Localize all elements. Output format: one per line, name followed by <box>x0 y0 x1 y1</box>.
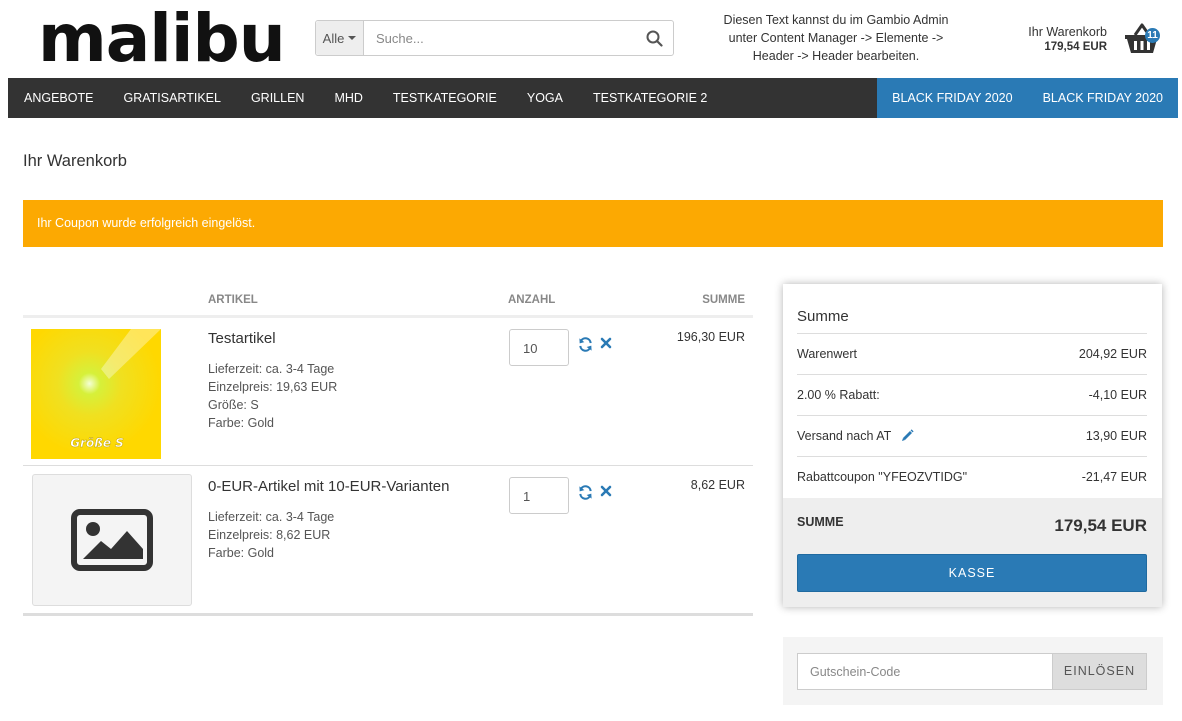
cart-table: ARTIKEL ANZAHL SUMME Größe S Testartikel… <box>23 284 753 616</box>
product-name[interactable]: Testartikel <box>208 330 276 347</box>
total-label: SUMME <box>797 515 844 529</box>
search-category-dropdown[interactable]: Alle <box>316 21 364 55</box>
quantity-input[interactable]: 10 <box>509 329 569 366</box>
main-nav: ANGEBOTE GRATISARTIKEL GRILLEN MHD TESTK… <box>8 78 1178 118</box>
header: malibu Alle Diesen Text kannst du im Gam… <box>0 0 1182 78</box>
search-bar: Alle <box>315 20 674 56</box>
header-artikel: ARTIKEL <box>208 294 258 306</box>
summary-row-warenwert: Warenwert 204,92 EUR <box>797 333 1147 374</box>
nav-item-grillen[interactable]: GRILLEN <box>236 78 320 118</box>
search-button[interactable] <box>635 21 673 55</box>
header-cart-label: Ihr Warenkorb <box>1028 25 1107 39</box>
summary-row-coupon: Rabattcoupon "YFEOZVTIDG" -21,47 EUR <box>797 456 1147 497</box>
product-sum: 8,62 EUR <box>690 478 745 492</box>
search-category-label: Alle <box>322 30 345 46</box>
summary-total-section: SUMME 179,54 EUR KASSE <box>783 498 1162 607</box>
checkout-button[interactable]: KASSE <box>797 554 1147 592</box>
remove-icon[interactable] <box>600 337 612 349</box>
nav-item-black-friday-2[interactable]: BLACK FRIDAY 2020 <box>1027 78 1178 118</box>
product-attributes: Lieferzeit: ca. 3-4 Tage Einzelpreis: 8,… <box>208 510 335 560</box>
refresh-icon[interactable] <box>578 485 593 500</box>
image-placeholder-icon <box>71 509 153 571</box>
product-sum: 196,30 EUR <box>676 330 745 344</box>
nav-item-testkategorie-2[interactable]: TESTKATEGORIE 2 <box>578 78 722 118</box>
nav-item-yoga[interactable]: YOGA <box>512 78 578 118</box>
pencil-icon[interactable] <box>901 429 914 442</box>
cart-row: Größe S Testartikel Lieferzeit: ca. 3-4 … <box>23 318 753 466</box>
order-summary: Summe Warenwert 204,92 EUR 2.00 % Rabatt… <box>783 284 1162 607</box>
redeem-coupon-button[interactable]: EINLÖSEN <box>1052 653 1147 690</box>
nav-item-black-friday-1[interactable]: BLACK FRIDAY 2020 <box>877 78 1028 118</box>
summary-title: Summe <box>797 308 849 325</box>
refresh-icon[interactable] <box>578 337 593 352</box>
nav-item-gratisartikel[interactable]: GRATISARTIKEL <box>108 78 235 118</box>
product-image[interactable]: Größe S <box>31 329 161 459</box>
coupon-success-alert: Ihr Coupon wurde erfolgreich eingelöst. <box>23 200 1163 247</box>
product-image-placeholder[interactable] <box>32 474 192 606</box>
page-title: Ihr Warenkorb <box>23 152 127 170</box>
cart-count-badge: 11 <box>1145 28 1160 43</box>
header-summe: SUMME <box>702 294 745 306</box>
header-cart-amount: 179,54 EUR <box>1044 41 1107 53</box>
coupon-code-input[interactable] <box>797 653 1053 690</box>
summary-row-versand: Versand nach AT 13,90 EUR <box>797 415 1147 456</box>
header-info-text: Diesen Text kannst du im Gambio Admin un… <box>723 13 949 63</box>
cart-table-header: ARTIKEL ANZAHL SUMME <box>23 284 753 318</box>
summary-row-rabatt: 2.00 % Rabatt: -4,10 EUR <box>797 374 1147 415</box>
product-thumbnail: Größe S <box>31 329 161 459</box>
header-anzahl: ANZAHL <box>508 294 556 306</box>
quantity-input[interactable]: 1 <box>509 477 569 514</box>
remove-icon[interactable] <box>600 485 612 497</box>
product-attributes: Lieferzeit: ca. 3-4 Tage Einzelpreis: 19… <box>208 362 338 430</box>
logo[interactable]: malibu <box>38 6 286 72</box>
search-input[interactable] <box>364 21 635 55</box>
caret-down-icon <box>348 36 357 40</box>
image-caption: Größe S <box>70 436 124 450</box>
search-icon <box>646 30 663 47</box>
summary-rows: Warenwert 204,92 EUR 2.00 % Rabatt: -4,1… <box>797 333 1147 497</box>
product-name[interactable]: 0-EUR-Artikel mit 10-EUR-Varianten <box>208 478 449 495</box>
nav-item-testkategorie[interactable]: TESTKATEGORIE <box>378 78 512 118</box>
cart-row: 0-EUR-Artikel mit 10-EUR-Varianten Liefe… <box>23 466 753 616</box>
nav-item-mhd[interactable]: MHD <box>319 78 377 118</box>
nav-item-angebote[interactable]: ANGEBOTE <box>8 78 108 118</box>
header-cart-link[interactable]: Ihr Warenkorb 179,54 EUR <box>1028 25 1107 55</box>
coupon-form: EINLÖSEN <box>783 637 1163 705</box>
total-value: 179,54 EUR <box>1054 516 1147 535</box>
